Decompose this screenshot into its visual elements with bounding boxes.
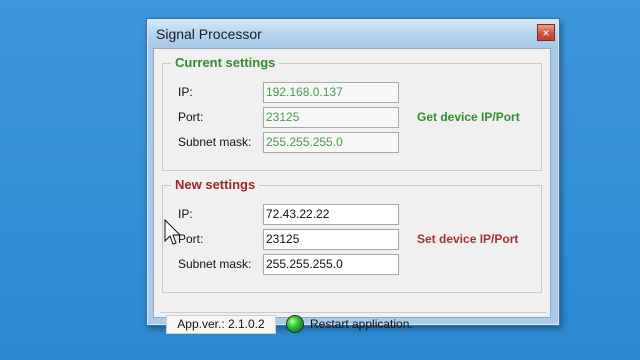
signal-processor-window: Signal Processor × Current settings IP: … [146,18,560,334]
new-ip-input[interactable]: 72.43.22.22 [263,204,399,225]
restart-application-text[interactable]: Restart application. [310,317,413,331]
new-settings-group: New settings IP: 72.43.22.22 Port: 23125… [162,177,542,293]
current-ip-label: IP: [178,85,193,99]
get-device-ip-port-button[interactable]: Get device IP/Port [417,110,520,124]
title-bar[interactable]: Signal Processor × [148,20,558,48]
current-subnet-field: 255.255.255.0 [263,132,399,153]
window-title: Signal Processor [156,26,262,42]
current-settings-title: Current settings [171,55,280,70]
mouse-pointer-icon [164,219,182,245]
new-subnet-label: Subnet mask: [178,257,252,271]
new-settings-title: New settings [171,177,260,192]
status-bar: App.ver.: 2.1.0.2 Restart application. [160,312,546,334]
new-subnet-input[interactable]: 255.255.255.0 [263,254,399,275]
current-port-field: 23125 [263,107,399,128]
new-port-input[interactable]: 23125 [263,229,399,250]
close-button[interactable]: × [537,24,555,41]
current-settings-group: Current settings IP: 192.168.0.137 Port:… [162,55,542,171]
current-port-label: Port: [178,110,204,124]
current-subnet-label: Subnet mask: [178,135,252,149]
status-led-icon[interactable] [286,315,304,333]
close-icon: × [542,26,550,40]
app-version-label: App.ver.: 2.1.0.2 [166,315,276,334]
window-client-area: Current settings IP: 192.168.0.137 Port:… [153,48,551,334]
set-device-ip-port-button[interactable]: Set device IP/Port [417,232,518,246]
current-ip-field: 192.168.0.137 [263,82,399,103]
